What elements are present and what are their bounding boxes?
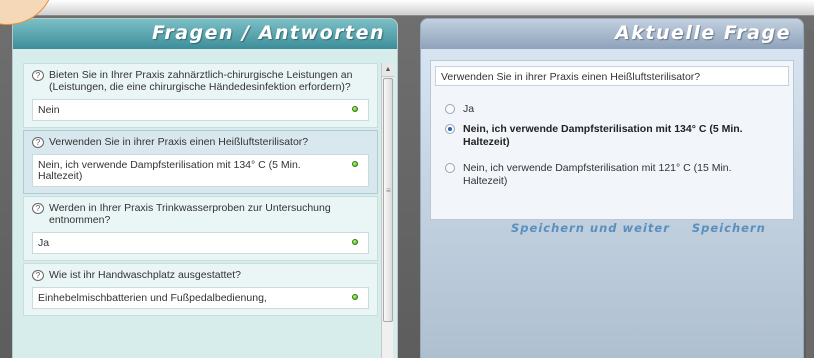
question-circle-icon: ? xyxy=(32,70,44,81)
scroll-up-arrow-icon[interactable]: ▲ xyxy=(382,63,394,77)
radio-button[interactable] xyxy=(445,104,455,114)
qa-scrollbar[interactable]: ▲ ≡ xyxy=(381,63,394,358)
question-text: Wie ist ihr Handwaschplatz ausgestattet? xyxy=(49,269,242,281)
status-ok-icon xyxy=(352,161,358,167)
answer-field[interactable]: Einhebelmischbatterien und Fußpedalbedie… xyxy=(32,287,369,309)
radio-button[interactable] xyxy=(445,163,455,173)
question-line: ? Bieten Sie in Ihrer Praxis zahnärztlic… xyxy=(32,69,369,93)
app-window: dort Fragen / Antworten ? Bieten Sie in … xyxy=(0,0,814,358)
qa-list: ? Bieten Sie in Ihrer Praxis zahnärztlic… xyxy=(23,63,378,318)
question-line: ? Wie ist ihr Handwaschplatz ausgestatte… xyxy=(32,269,369,281)
qa-panel-title: Fragen / Antworten xyxy=(151,22,385,44)
save-button[interactable]: Speichern xyxy=(692,221,766,235)
radio-button-checked[interactable] xyxy=(445,124,455,134)
status-ok-icon xyxy=(352,106,358,112)
question-circle-icon: ? xyxy=(32,203,44,214)
answer-text: Nein xyxy=(38,104,60,116)
answer-text: Nein, ich verwende Dampfsterilisation mi… xyxy=(38,159,301,182)
question-text: Bieten Sie in Ihrer Praxis zahnärztlich-… xyxy=(49,69,353,93)
question-card: Verwenden Sie in ihrer Praxis einen Heiß… xyxy=(430,60,794,220)
current-question-title: Aktuelle Frage xyxy=(615,22,791,44)
qa-item[interactable]: ? Wie ist ihr Handwaschplatz ausgestatte… xyxy=(23,263,378,316)
option-121c[interactable]: Nein, ich verwende Dampfsterilisation mi… xyxy=(445,162,775,188)
window-edge xyxy=(806,30,814,358)
option-label: Ja xyxy=(463,103,475,115)
option-ja[interactable]: Ja xyxy=(445,103,775,116)
grip-icon: ≡ xyxy=(386,186,391,195)
qa-item[interactable]: ? Bieten Sie in Ihrer Praxis zahnärztlic… xyxy=(23,63,378,128)
answer-field[interactable]: Nein xyxy=(32,99,369,121)
answer-text: Einhebelmischbatterien und Fußpedalbedie… xyxy=(38,292,267,304)
option-134c[interactable]: Nein, ich verwende Dampfsterilisation mi… xyxy=(445,123,775,149)
question-line: ? Werden in Ihrer Praxis Trinkwasserprob… xyxy=(32,202,369,226)
qa-item[interactable]: ? Werden in Ihrer Praxis Trinkwasserprob… xyxy=(23,196,378,261)
qa-panel: Fragen / Antworten ? Bieten Sie in Ihrer… xyxy=(12,18,398,358)
question-text: Werden in Ihrer Praxis Trinkwasserproben… xyxy=(49,202,331,226)
status-ok-icon xyxy=(352,239,358,245)
qa-panel-header: Fragen / Antworten xyxy=(13,19,397,49)
option-label: Nein, ich verwende Dampfsterilisation mi… xyxy=(463,162,732,187)
top-bar xyxy=(0,0,814,16)
question-circle-icon: ? xyxy=(32,270,44,281)
question-circle-icon: ? xyxy=(32,137,44,148)
qa-item-selected[interactable]: ? Verwenden Sie in ihrer Praxis einen He… xyxy=(23,130,378,194)
status-ok-icon xyxy=(352,294,358,300)
answer-text: Ja xyxy=(38,237,50,249)
answer-field[interactable]: Ja xyxy=(32,232,369,254)
save-and-next-button[interactable]: Speichern und weiter xyxy=(511,221,670,235)
answer-field[interactable]: Nein, ich verwende Dampfsterilisation mi… xyxy=(32,154,369,187)
scroll-thumb[interactable]: ≡ xyxy=(383,78,393,322)
current-question-text: Verwenden Sie in ihrer Praxis einen Heiß… xyxy=(435,66,789,86)
action-bar: Speichern und weiter Speichern xyxy=(511,221,766,235)
current-question-header: Aktuelle Frage xyxy=(421,19,803,49)
question-line: ? Verwenden Sie in ihrer Praxis einen He… xyxy=(32,136,369,148)
option-label: Nein, ich verwende Dampfsterilisation mi… xyxy=(463,123,743,148)
question-text: Verwenden Sie in ihrer Praxis einen Heiß… xyxy=(49,136,309,148)
current-question-panel: Aktuelle Frage Verwenden Sie in ihrer Pr… xyxy=(420,18,804,358)
